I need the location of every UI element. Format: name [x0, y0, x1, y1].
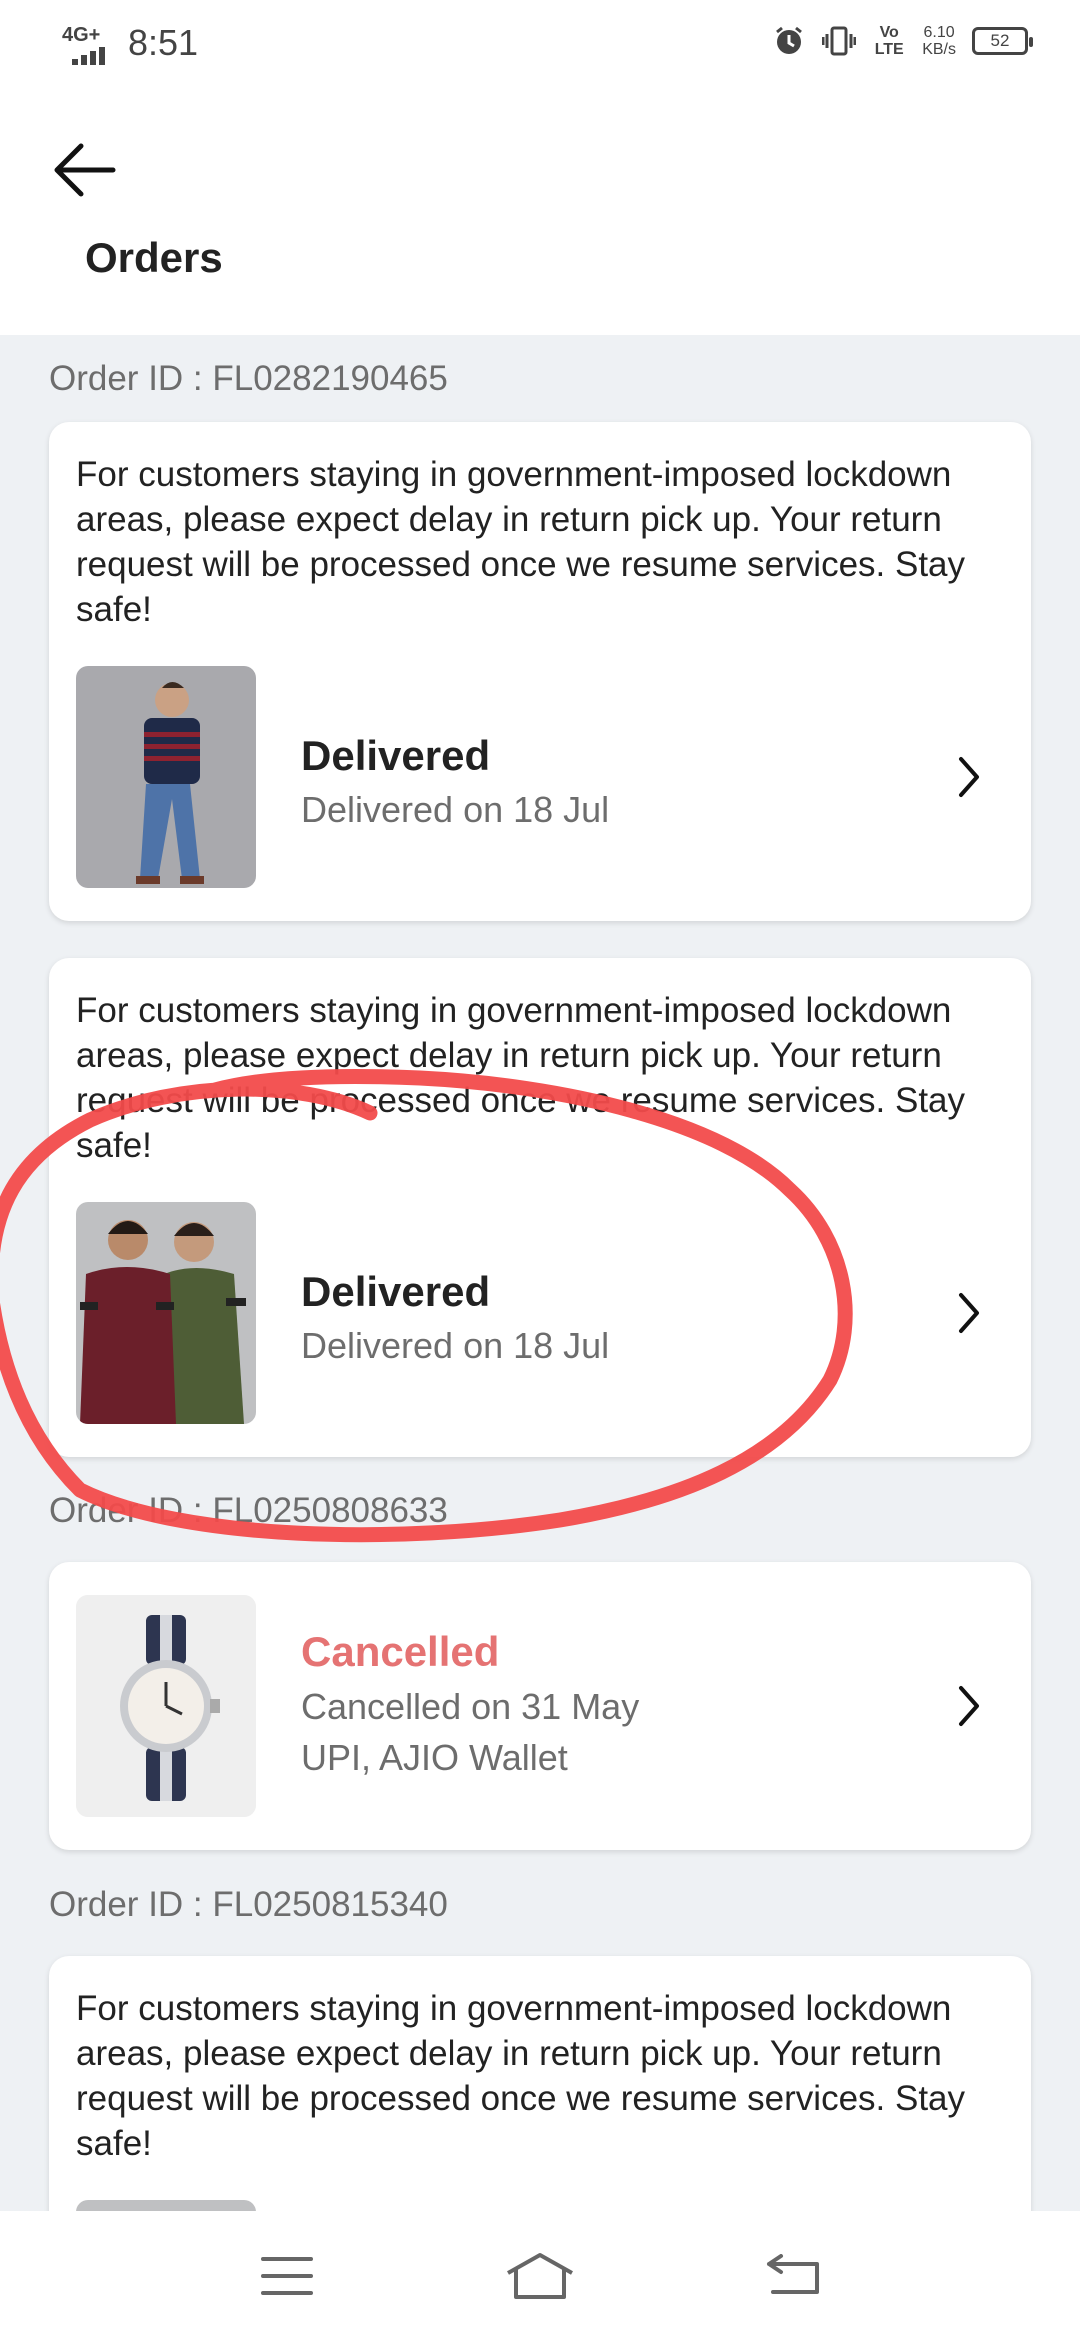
arrow-left-icon [54, 143, 116, 197]
cancelled-date: Cancelled on 31 May [301, 1686, 640, 1727]
system-nav-bar [0, 2211, 1080, 2340]
lockdown-notice: For customers staying in government-impo… [76, 991, 966, 1165]
delivery-date: Delivered on 18 Jul [301, 1325, 610, 1366]
home-button[interactable] [495, 2231, 585, 2321]
battery-level: 52 [990, 31, 1010, 50]
product-thumbnail [76, 2200, 256, 2211]
back-icon [767, 2253, 820, 2294]
home-icon [507, 2252, 573, 2299]
product-thumbnail [76, 1595, 256, 1817]
product-thumbnail [76, 1202, 256, 1424]
order-status: Cancelled [301, 1628, 500, 1675]
back-button[interactable] [44, 130, 124, 210]
chevron-right-icon[interactable] [949, 1676, 989, 1736]
page-title: Orders [85, 234, 223, 281]
chevron-right-icon[interactable] [949, 747, 989, 807]
payment-method: UPI, AJIO Wallet [301, 1737, 568, 1778]
chevron-right-icon[interactable] [949, 1283, 989, 1343]
app-header: Orders [0, 88, 1080, 335]
speed-unit: KB/s [922, 41, 956, 58]
status-bar: 4G+ 8:51 Vo LTE 6.10 KB/s 52 [0, 0, 1080, 88]
menu-icon [260, 2256, 313, 2295]
order-id-label: Order ID : FL0250815340 [49, 1885, 448, 1924]
order-id-label: Order ID : FL0250808633 [49, 1491, 448, 1530]
lockdown-notice: For customers staying in government-impo… [76, 455, 966, 629]
vibrate-icon [822, 24, 857, 58]
order-item-card[interactable]: For customers staying in government-impo… [49, 422, 1031, 921]
clock-time: 8:51 [128, 22, 199, 63]
network-type: 4G+ [62, 24, 101, 46]
product-thumbnail [76, 666, 256, 888]
order-id-label: Order ID : FL0282190465 [49, 359, 448, 398]
signal-icon: 4G+ [62, 23, 114, 65]
order-item-card[interactable]: For customers staying in government-impo… [49, 1956, 1031, 2211]
speed-value: 6.10 [923, 24, 955, 41]
volte-label: Vo LTE [874, 24, 904, 58]
lockdown-notice: For customers staying in government-impo… [76, 1989, 966, 2163]
battery-icon: 52 [972, 27, 1033, 55]
back-nav-button[interactable] [748, 2231, 838, 2321]
menu-button[interactable] [242, 2231, 332, 2321]
order-status: Delivered [301, 1268, 491, 1315]
network-speed: 6.10 KB/s [922, 24, 956, 58]
delivery-date: Delivered on 18 Jul [301, 789, 610, 830]
order-status: Delivered [301, 732, 491, 779]
orders-list[interactable]: Order ID : FL0282190465 For customers st… [0, 335, 1080, 2211]
alarm-icon [772, 24, 806, 58]
order-item-card[interactable]: Cancelled Cancelled on 31 May UPI, AJIO … [49, 1562, 1031, 1850]
order-item-card[interactable]: For customers staying in government-impo… [49, 958, 1031, 1457]
